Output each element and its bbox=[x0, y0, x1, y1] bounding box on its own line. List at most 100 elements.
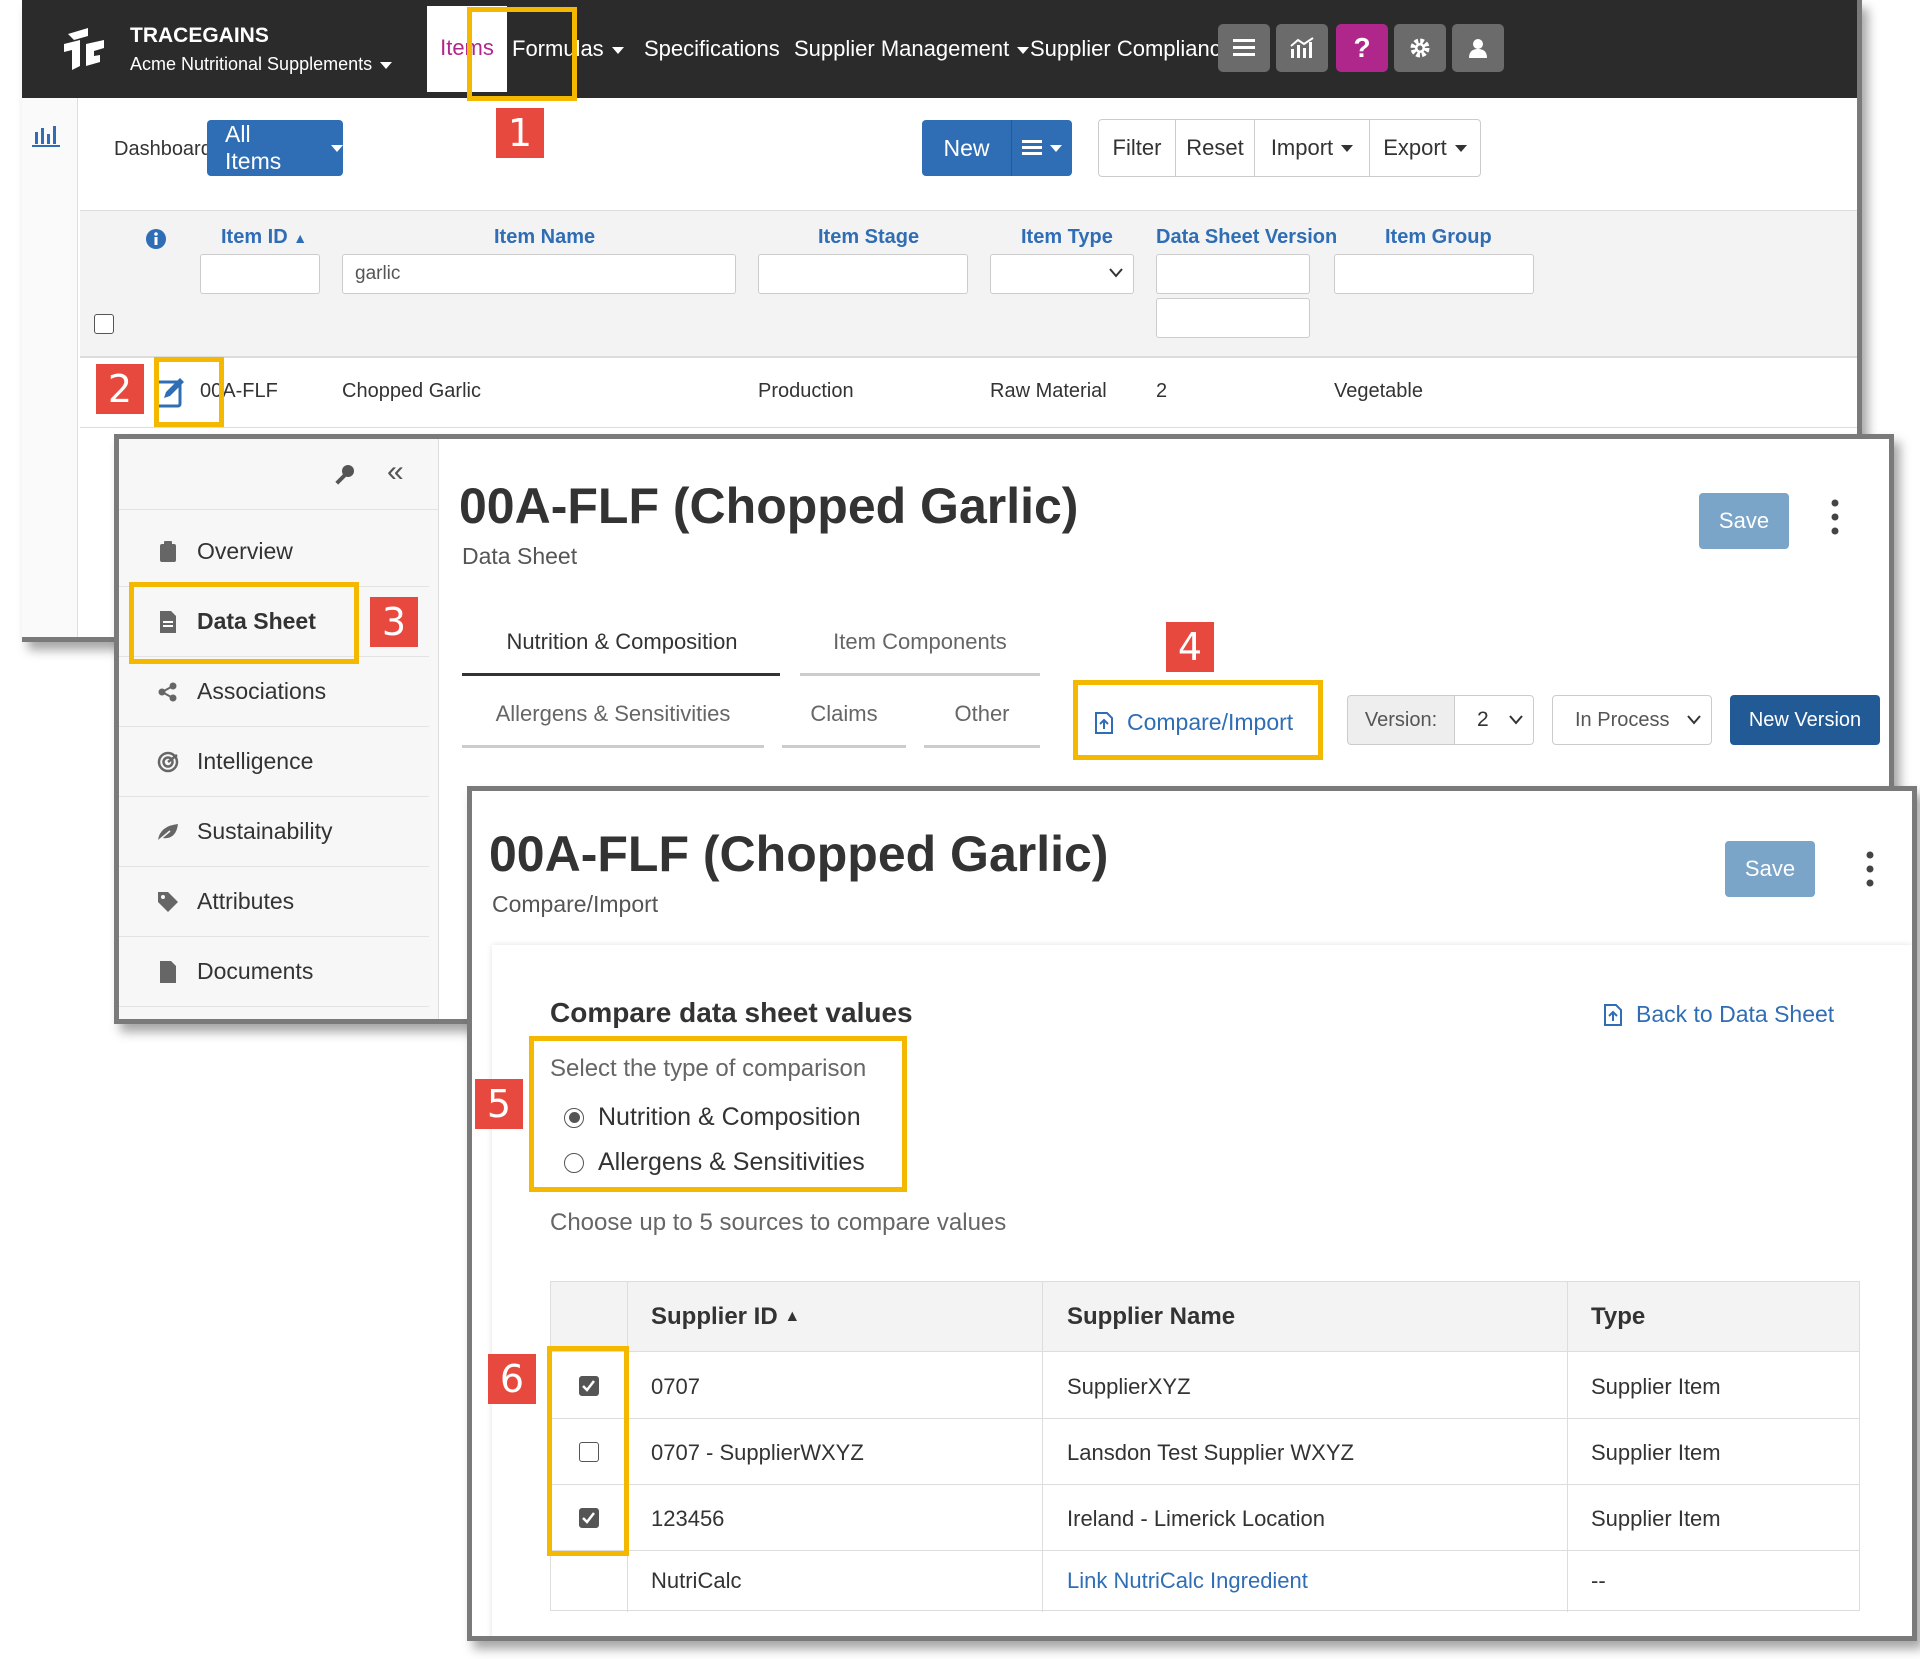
highlight-source-checkboxes bbox=[547, 1346, 629, 1556]
page-title: 00A-FLF (Chopped Garlic) bbox=[489, 826, 1109, 882]
col-item-stage[interactable]: Item Stage bbox=[818, 226, 919, 249]
new-button-group: New bbox=[922, 120, 1072, 176]
col-item-group[interactable]: Item Group bbox=[1385, 226, 1492, 249]
tag-icon bbox=[155, 891, 181, 913]
item-type-filter[interactable] bbox=[990, 254, 1134, 294]
item-group-filter[interactable] bbox=[1334, 254, 1534, 294]
item-id-filter[interactable] bbox=[200, 254, 320, 294]
status-select[interactable]: In Process bbox=[1552, 695, 1712, 745]
callout-6: 6 bbox=[488, 1354, 536, 1404]
callout-5: 5 bbox=[475, 1079, 523, 1129]
item-name-filter[interactable]: garlic bbox=[342, 254, 736, 294]
radar-icon bbox=[155, 751, 181, 773]
sidebar-item-intelligence[interactable]: Intelligence bbox=[119, 727, 429, 797]
page-subtitle: Compare/Import bbox=[492, 891, 659, 917]
highlight-edit-icon bbox=[154, 357, 224, 427]
col-supplier-name[interactable]: Supplier Name bbox=[1067, 1282, 1235, 1352]
supplier-id: 0707 - SupplierWXYZ bbox=[651, 1440, 864, 1465]
col-item-type[interactable]: Item Type bbox=[1021, 226, 1113, 249]
chevron-down-icon bbox=[1509, 715, 1523, 725]
version-filter-from[interactable] bbox=[1156, 254, 1310, 294]
tab-allergens-sensitivities[interactable]: Allergens & Sensitivities bbox=[462, 701, 764, 727]
nav-specifications[interactable]: Specifications bbox=[644, 0, 780, 98]
help-icon[interactable]: ? bbox=[1336, 24, 1388, 72]
sidebar-item-overview[interactable]: Overview bbox=[119, 517, 429, 587]
new-version-button[interactable]: New Version bbox=[1730, 695, 1880, 745]
sidebar-item-documents[interactable]: Documents bbox=[119, 937, 429, 1007]
save-button[interactable]: Save bbox=[1725, 841, 1815, 897]
supplier-id: 123456 bbox=[651, 1506, 725, 1531]
callout-2: 2 bbox=[96, 364, 144, 414]
collapse-icon[interactable]: « bbox=[387, 455, 404, 489]
row-item-type: Raw Material bbox=[990, 380, 1107, 402]
gear-icon[interactable] bbox=[1394, 24, 1446, 72]
section-title: Compare data sheet values bbox=[550, 997, 913, 1028]
key-icon[interactable] bbox=[333, 463, 357, 487]
supplier-id: 0707 bbox=[651, 1374, 700, 1399]
col-type[interactable]: Type bbox=[1591, 1282, 1645, 1352]
highlight-items-nav bbox=[467, 7, 577, 101]
user-icon[interactable] bbox=[1452, 24, 1504, 72]
sidebar-item-sustainability[interactable]: Sustainability bbox=[119, 797, 429, 867]
chevron-down-icon bbox=[1109, 268, 1123, 278]
dashboard-chart-icon[interactable] bbox=[32, 122, 64, 148]
highlight-data-sheet bbox=[129, 582, 359, 664]
row-version: 2 bbox=[1156, 380, 1168, 402]
sidebar: « Overview Data Sheet Associations Intel… bbox=[119, 439, 439, 1019]
supplier-id: NutriCalc bbox=[651, 1568, 742, 1593]
supplier-type: Supplier Item bbox=[1591, 1374, 1721, 1399]
col-data-sheet-version[interactable]: Data Sheet Version bbox=[1156, 226, 1337, 249]
nav-supplier-management[interactable]: Supplier Management bbox=[794, 0, 1030, 98]
col-supplier-id[interactable]: Supplier ID ▲ bbox=[651, 1282, 800, 1352]
col-item-id[interactable]: Item ID ▲ bbox=[221, 226, 307, 249]
reset-button[interactable]: Reset bbox=[1175, 119, 1255, 177]
file-back-icon bbox=[1604, 1003, 1622, 1026]
more-options-icon[interactable] bbox=[1831, 497, 1839, 537]
dashboard-link[interactable]: Dashboard bbox=[114, 138, 212, 161]
view-selector-button[interactable]: All Items bbox=[207, 120, 343, 176]
save-button[interactable]: Save bbox=[1699, 493, 1789, 549]
more-options-icon[interactable] bbox=[1866, 849, 1874, 889]
callout-4: 4 bbox=[1166, 622, 1214, 672]
menu-icon[interactable] bbox=[1218, 24, 1270, 72]
import-button[interactable]: Import bbox=[1254, 119, 1370, 177]
export-button[interactable]: Export bbox=[1369, 119, 1481, 177]
chevron-down-icon bbox=[1687, 715, 1701, 725]
version-label: Version: bbox=[1347, 695, 1455, 745]
tab-other[interactable]: Other bbox=[924, 701, 1040, 727]
top-navigation: TRACEGAINS Acme Nutritional Supplements … bbox=[22, 0, 1857, 98]
select-all-checkbox[interactable] bbox=[94, 314, 114, 334]
tab-claims[interactable]: Claims bbox=[782, 701, 906, 727]
sidebar-item-associations[interactable]: Associations bbox=[119, 657, 429, 727]
new-menu-icon[interactable] bbox=[1012, 140, 1072, 156]
supplier-type: Supplier Item bbox=[1591, 1506, 1721, 1531]
link-nutricalc-ingredient[interactable]: Link NutriCalc Ingredient bbox=[1067, 1568, 1308, 1594]
sources-prompt: Choose up to 5 sources to compare values bbox=[550, 1209, 1007, 1236]
org-name: Acme Nutritional Supplements bbox=[130, 54, 373, 74]
row-item-stage: Production bbox=[758, 380, 854, 402]
version-filter-to[interactable] bbox=[1156, 298, 1310, 338]
tracegains-logo-icon bbox=[64, 28, 104, 70]
row-item-group: Vegetable bbox=[1334, 380, 1423, 402]
analytics-icon[interactable] bbox=[1276, 24, 1328, 72]
new-button[interactable]: New bbox=[922, 120, 1012, 176]
share-icon bbox=[155, 682, 181, 702]
leaf-icon bbox=[155, 822, 181, 842]
left-rail bbox=[22, 98, 78, 637]
page-title: 00A-FLF (Chopped Garlic) bbox=[459, 478, 1079, 534]
item-stage-filter[interactable] bbox=[758, 254, 968, 294]
tab-nutrition-composition[interactable]: Nutrition & Composition bbox=[462, 629, 782, 655]
version-select[interactable]: 2 bbox=[1454, 695, 1534, 745]
tab-item-components[interactable]: Item Components bbox=[800, 629, 1040, 655]
col-item-name[interactable]: Item Name bbox=[494, 226, 595, 249]
filter-button[interactable]: Filter bbox=[1098, 119, 1176, 177]
callout-3: 3 bbox=[370, 597, 418, 647]
info-icon[interactable] bbox=[146, 229, 166, 249]
sources-table: Supplier ID ▲ Supplier Name Type 0707 Su… bbox=[550, 1281, 1860, 1612]
back-to-data-sheet-link[interactable]: Back to Data Sheet bbox=[1604, 1001, 1834, 1028]
row-item-name: Chopped Garlic bbox=[342, 380, 481, 402]
callout-1: 1 bbox=[496, 108, 544, 158]
sidebar-item-attributes[interactable]: Attributes bbox=[119, 867, 429, 937]
org-switcher[interactable]: Acme Nutritional Supplements bbox=[130, 54, 393, 75]
document-icon bbox=[155, 960, 181, 983]
